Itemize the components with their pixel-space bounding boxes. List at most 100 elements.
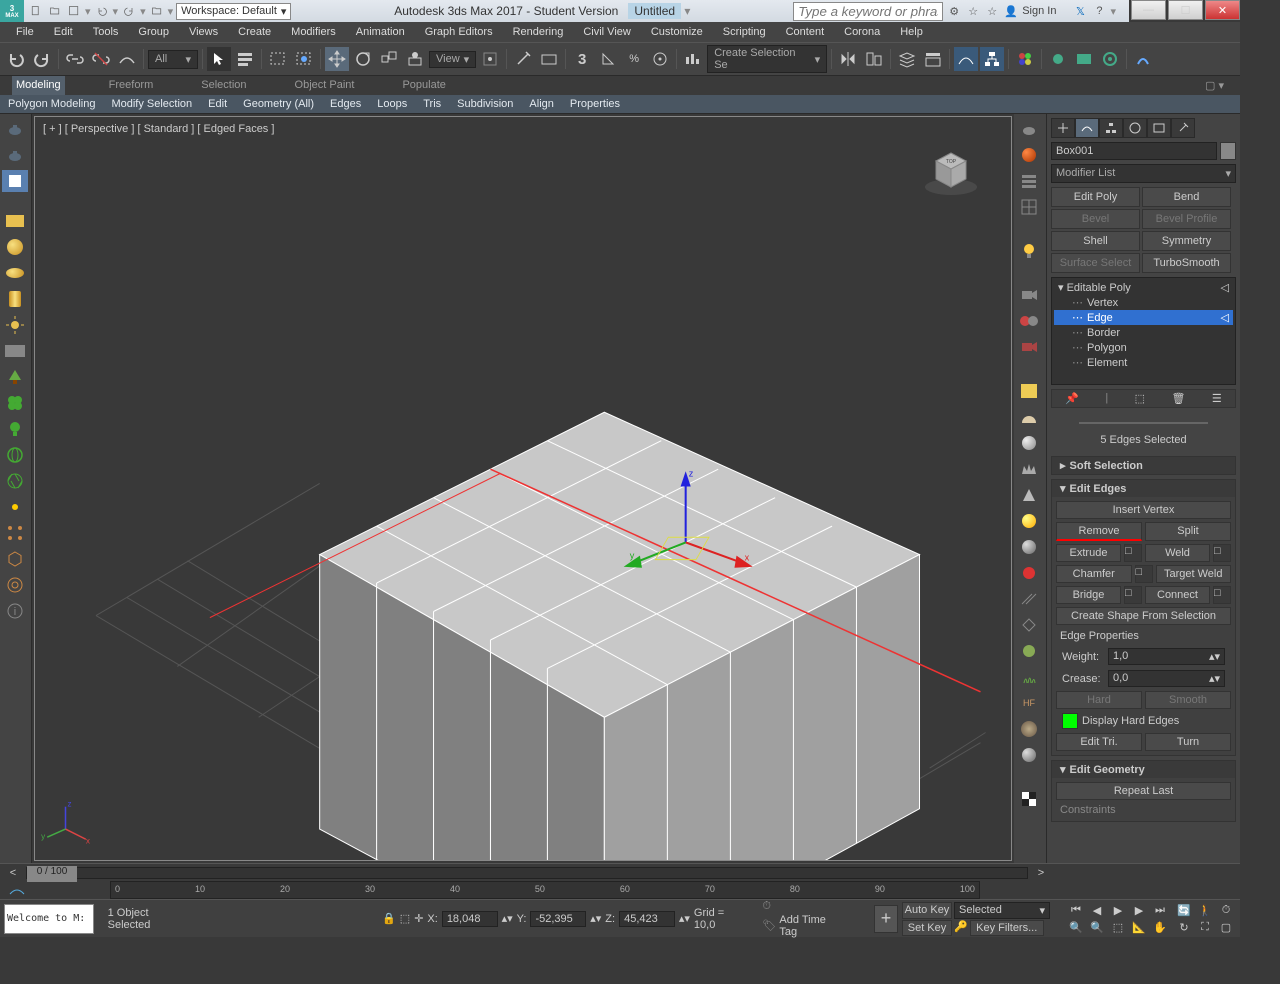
- menu-scripting[interactable]: Scripting: [715, 24, 774, 40]
- sub-subdivision[interactable]: Subdivision: [449, 95, 521, 113]
- undo-icon[interactable]: [94, 3, 110, 19]
- grass-icon[interactable]: [1016, 666, 1042, 688]
- edit-named-sel-button[interactable]: [681, 47, 705, 71]
- workspace-selector[interactable]: Workspace: Default▾: [176, 3, 291, 20]
- list-icon[interactable]: [1016, 170, 1042, 192]
- sub-edit[interactable]: Edit: [200, 95, 235, 113]
- remove-mod-icon[interactable]: 🗑: [1172, 392, 1186, 405]
- target-icon[interactable]: [2, 574, 28, 596]
- menu-animation[interactable]: Animation: [348, 24, 413, 40]
- stack-edge[interactable]: ⋯Edge◁: [1054, 310, 1233, 325]
- menu-help[interactable]: Help: [892, 24, 931, 40]
- time-config-icon[interactable]: ⏱: [1216, 902, 1236, 918]
- sub-geometry[interactable]: Geometry (All): [235, 95, 322, 113]
- dual-sphere-icon[interactable]: [1016, 310, 1042, 332]
- sphere-icon[interactable]: [2, 236, 28, 258]
- mod-turbosmooth[interactable]: TurboSmooth: [1142, 253, 1231, 273]
- render-button[interactable]: [1098, 47, 1122, 71]
- viewcube[interactable]: TOP: [921, 139, 981, 199]
- box-icon[interactable]: [2, 170, 28, 192]
- quick-access-icon[interactable]: ⚙: [946, 3, 962, 19]
- goto-end-icon[interactable]: ⏭: [1150, 902, 1170, 918]
- torus-icon[interactable]: [2, 262, 28, 284]
- menu-grapheditors[interactable]: Graph Editors: [417, 24, 501, 40]
- stack-border[interactable]: ⋯Border: [1054, 325, 1233, 340]
- weld-settings-button[interactable]: □: [1213, 544, 1231, 562]
- timeline-next-icon[interactable]: >: [1034, 867, 1048, 879]
- dome-icon[interactable]: [1016, 406, 1042, 428]
- bind-button[interactable]: [115, 47, 139, 71]
- angle-snap-button[interactable]: [596, 47, 620, 71]
- weld-button[interactable]: Weld: [1145, 544, 1210, 562]
- light-sun-icon[interactable]: [2, 314, 28, 336]
- ref-coord-system[interactable]: View▾: [429, 51, 476, 68]
- window-crossing-button[interactable]: [292, 47, 316, 71]
- nav-walk-icon[interactable]: 🚶: [1195, 902, 1215, 918]
- crease-spinner[interactable]: 0,0▴▾: [1108, 670, 1225, 687]
- motion-tab-icon[interactable]: [1123, 118, 1147, 138]
- globe-icon[interactable]: [2, 444, 28, 466]
- hex-icon[interactable]: [2, 548, 28, 570]
- lock-icon[interactable]: 🔒: [382, 912, 396, 925]
- plane-icon[interactable]: [2, 210, 28, 232]
- help-icon[interactable]: ?: [1091, 3, 1107, 19]
- tab-freeform[interactable]: Freeform: [105, 76, 158, 95]
- unlink-button[interactable]: [89, 47, 113, 71]
- object-name-field[interactable]: Box001: [1051, 142, 1217, 160]
- prev-frame-icon[interactable]: ◀: [1087, 902, 1107, 918]
- help-search-input[interactable]: [793, 2, 943, 21]
- add-tag-link[interactable]: Add Time Tag: [779, 914, 846, 938]
- star-icon[interactable]: ☆: [984, 3, 1000, 19]
- chamfer-settings-button[interactable]: □: [1135, 565, 1153, 583]
- show-result-icon[interactable]: |: [1105, 392, 1108, 405]
- modify-tab-icon[interactable]: [1075, 118, 1099, 138]
- menu-rendering[interactable]: Rendering: [505, 24, 572, 40]
- sub-edges[interactable]: Edges: [322, 95, 369, 113]
- time-slider[interactable]: 0 / 100: [26, 867, 1028, 879]
- minimize-button[interactable]: —: [1131, 0, 1166, 20]
- crown-icon[interactable]: [1016, 458, 1042, 480]
- grid-icon[interactable]: [1016, 196, 1042, 218]
- signin-link[interactable]: Sign In: [1022, 5, 1056, 17]
- noise-icon[interactable]: [1016, 718, 1042, 740]
- goto-start-icon[interactable]: ⏮: [1066, 902, 1086, 918]
- edittri-button[interactable]: Edit Tri.: [1056, 733, 1142, 751]
- scale-button[interactable]: [377, 47, 401, 71]
- sub-loops[interactable]: Loops: [369, 95, 415, 113]
- y-field[interactable]: -52,395: [530, 911, 586, 927]
- repeatlast-button[interactable]: Repeat Last: [1056, 782, 1231, 800]
- nav-extents-icon[interactable]: ⬚: [1108, 919, 1128, 935]
- hierarchy-tab-icon[interactable]: [1099, 118, 1123, 138]
- toggle-ribbon-button[interactable]: [921, 47, 945, 71]
- pin-icon[interactable]: 📌: [1065, 392, 1079, 405]
- keymode-dropdown[interactable]: Selected▾: [954, 902, 1050, 919]
- ribbon-min-icon[interactable]: ▢ ▾: [1201, 76, 1228, 95]
- save-icon[interactable]: [66, 3, 82, 19]
- object-color-swatch[interactable]: [1220, 142, 1236, 160]
- redo-button[interactable]: [30, 47, 54, 71]
- menu-civilview[interactable]: Civil View: [575, 24, 638, 40]
- menu-file[interactable]: File: [8, 24, 42, 40]
- clover-icon[interactable]: [2, 392, 28, 414]
- connect-button[interactable]: Connect: [1145, 586, 1210, 604]
- mod-bend[interactable]: Bend: [1142, 187, 1231, 207]
- grid-dot-icon[interactable]: [2, 522, 28, 544]
- cone-icon[interactable]: [1016, 484, 1042, 506]
- nav-zoom-icon[interactable]: 🔍: [1066, 919, 1086, 935]
- sphere-orange-icon[interactable]: [1016, 144, 1042, 166]
- rect-region-button[interactable]: [266, 47, 290, 71]
- app-logo[interactable]: 3MAX: [0, 0, 24, 22]
- nav-max-icon[interactable]: ⛶: [1195, 919, 1215, 935]
- sphere-gray-icon[interactable]: [1016, 432, 1042, 454]
- burst-icon[interactable]: [1016, 640, 1042, 662]
- display-tab-icon[interactable]: [1147, 118, 1171, 138]
- material-editor-button[interactable]: [1013, 47, 1037, 71]
- nav-min-icon[interactable]: ▢: [1216, 919, 1236, 935]
- camera2-icon[interactable]: [1016, 336, 1042, 358]
- big-key-button[interactable]: +: [874, 905, 898, 933]
- curve-editor-button[interactable]: [954, 47, 978, 71]
- play-icon[interactable]: ▶: [1108, 902, 1128, 918]
- rotate-button[interactable]: [351, 47, 375, 71]
- teapot-icon[interactable]: [2, 144, 28, 166]
- undo-button[interactable]: [4, 47, 28, 71]
